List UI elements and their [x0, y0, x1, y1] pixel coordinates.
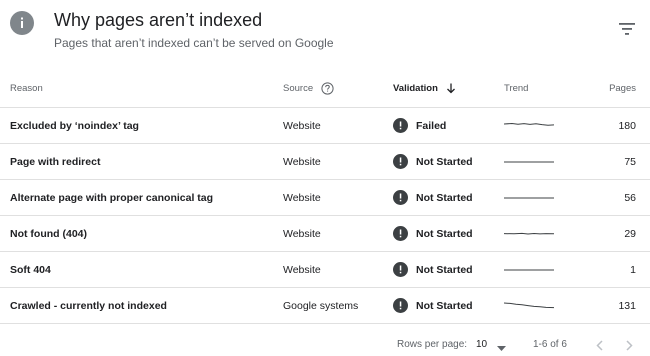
error-icon — [393, 262, 408, 277]
table-header: Reason Source Validation Trend Pages — [0, 70, 650, 108]
source-cell: Website — [283, 191, 321, 204]
source-cell: Website — [283, 119, 321, 132]
filter-button[interactable] — [615, 17, 639, 41]
error-icon — [393, 298, 408, 313]
column-header-validation-label: Validation — [393, 83, 438, 94]
info-icon — [10, 11, 34, 35]
filter-icon — [619, 23, 635, 35]
validation-status: Not Started — [416, 155, 473, 168]
trend-sparkline — [504, 252, 554, 287]
column-header-reason: Reason — [10, 83, 43, 94]
table-row[interactable]: Excluded by ‘noindex’ tag Website Failed… — [0, 108, 650, 144]
validation-cell: Not Started — [393, 144, 473, 179]
table-pagination: Rows per page: 10 1-6 of 6 — [0, 334, 650, 356]
error-icon — [393, 154, 408, 169]
validation-status: Not Started — [416, 299, 473, 312]
dropdown-caret-icon — [497, 343, 506, 354]
column-header-validation[interactable]: Validation — [393, 70, 456, 107]
reason-cell: Excluded by ‘noindex’ tag — [10, 119, 139, 132]
next-page-button[interactable] — [622, 337, 636, 353]
trend-sparkline — [504, 216, 554, 251]
chevron-left-icon — [595, 339, 603, 351]
trend-sparkline — [504, 108, 554, 143]
pages-cell: 56 — [624, 191, 636, 204]
help-icon[interactable] — [321, 82, 334, 95]
previous-page-button[interactable] — [592, 337, 606, 353]
pagination-range: 1-6 of 6 — [533, 339, 567, 350]
source-cell: Website — [283, 227, 321, 240]
reason-cell: Soft 404 — [10, 263, 51, 276]
pages-cell: 180 — [618, 119, 636, 132]
validation-cell: Not Started — [393, 252, 473, 287]
table-row[interactable]: Soft 404 Website Not Started 1 — [0, 252, 650, 288]
source-cell: Website — [283, 155, 321, 168]
validation-status: Not Started — [416, 263, 473, 276]
error-icon — [393, 118, 408, 133]
error-icon — [393, 226, 408, 241]
reason-cell: Page with redirect — [10, 155, 101, 168]
validation-cell: Not Started — [393, 216, 473, 251]
column-header-trend: Trend — [504, 83, 529, 94]
trend-sparkline — [504, 180, 554, 215]
table-row[interactable]: Not found (404) Website Not Started 29 — [0, 216, 650, 252]
rows-per-page-value: 10 — [476, 339, 488, 350]
validation-cell: Failed — [393, 108, 446, 143]
page: Why pages aren’t indexed Pages that aren… — [0, 0, 650, 356]
validation-cell: Not Started — [393, 288, 473, 323]
page-subtitle: Pages that aren’t indexed can’t be serve… — [54, 36, 334, 50]
source-cell: Website — [283, 263, 321, 276]
pages-cell: 29 — [624, 227, 636, 240]
validation-status: Not Started — [416, 227, 473, 240]
trend-sparkline — [504, 144, 554, 179]
error-icon — [393, 190, 408, 205]
validation-status: Not Started — [416, 191, 473, 204]
reason-cell: Alternate page with proper canonical tag — [10, 191, 214, 204]
pages-cell: 131 — [618, 299, 636, 312]
page-title: Why pages aren’t indexed — [54, 10, 263, 30]
sort-arrow-down-icon — [446, 83, 456, 94]
pages-cell: 75 — [624, 155, 636, 168]
column-header-source-label: Source — [283, 83, 314, 94]
header: Why pages aren’t indexed Pages that aren… — [0, 0, 650, 62]
source-cell: Google systems — [283, 299, 359, 312]
rows-per-page-select[interactable]: 10 — [476, 337, 512, 353]
pages-cell: 1 — [630, 263, 636, 276]
chevron-right-icon — [625, 339, 633, 351]
issues-table: Reason Source Validation Trend Pages Exc… — [0, 70, 650, 324]
validation-status: Failed — [416, 119, 447, 132]
table-row[interactable]: Crawled - currently not indexed Google s… — [0, 288, 650, 324]
trend-sparkline — [504, 288, 554, 323]
validation-cell: Not Started — [393, 180, 473, 215]
table-row[interactable]: Alternate page with proper canonical tag… — [0, 180, 650, 216]
reason-cell: Not found (404) — [10, 227, 87, 240]
table-row[interactable]: Page with redirect Website Not Started 7… — [0, 144, 650, 180]
column-header-source: Source — [283, 70, 334, 107]
rows-per-page-label: Rows per page: — [397, 339, 468, 350]
reason-cell: Crawled - currently not indexed — [10, 299, 167, 312]
column-header-pages: Pages — [609, 83, 636, 94]
